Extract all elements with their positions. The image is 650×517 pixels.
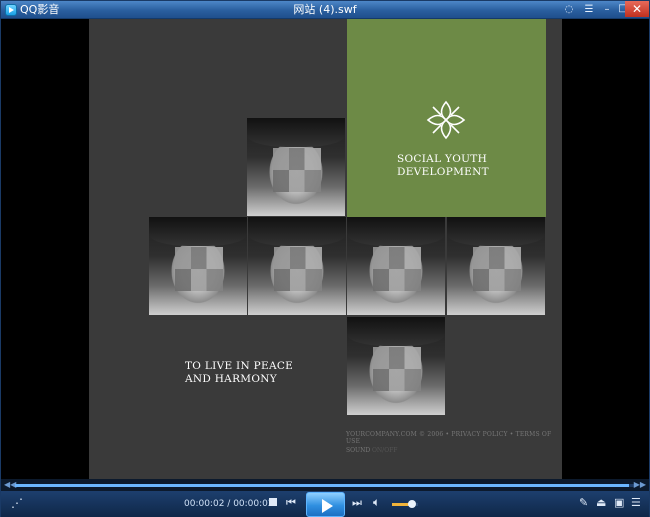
- sound-toggle[interactable]: ON/OFF: [372, 447, 397, 454]
- volume-knob[interactable]: [407, 500, 416, 508]
- sound-label: SOUND: [346, 447, 371, 454]
- next-button[interactable]: ⏭: [352, 496, 362, 510]
- portrait-photo: [248, 217, 346, 315]
- close-button[interactable]: ✕: [625, 1, 649, 17]
- window-title: 网站 (4).swf: [293, 3, 357, 16]
- title-bar[interactable]: QQ影音 网站 (4).swf ◌ ☰ – □ ✕: [1, 1, 649, 19]
- green-title-line-2: DEVELOPMENT: [397, 166, 489, 178]
- seek-progress: [15, 484, 629, 487]
- screen-icon[interactable]: ▣: [614, 496, 624, 509]
- minimize-button[interactable]: –: [599, 2, 615, 17]
- seek-forward-icon[interactable]: ▶▶: [634, 480, 646, 489]
- blur-mosaic: [373, 247, 421, 291]
- portrait-photo: [347, 317, 445, 415]
- green-title-line-1: SOCIAL YOUTH: [397, 153, 488, 165]
- portrait-photo: [347, 217, 445, 315]
- slogan-line-1: TO LIVE IN PEACE: [185, 360, 294, 372]
- portrait-photo: [447, 217, 545, 315]
- time-display: 00:00:02 / 00:00:02: [184, 498, 274, 510]
- stop-button[interactable]: [268, 497, 278, 507]
- blur-mosaic: [274, 247, 322, 291]
- play-button[interactable]: [306, 492, 345, 517]
- time-separator: /: [224, 499, 234, 509]
- stop-icon: [269, 498, 277, 506]
- portrait-photo: [149, 217, 247, 315]
- flash-content: SOCIAL YOUTH DEVELOPMENT TO LIVE IN PEAC…: [89, 19, 562, 479]
- footprint-icon[interactable]: ⋰: [11, 496, 23, 510]
- portrait-photo: [247, 118, 345, 216]
- play-icon: [322, 499, 333, 513]
- tools-icon[interactable]: ✎: [579, 496, 588, 509]
- slogan: TO LIVE IN PEACE AND HARMONY: [185, 360, 293, 386]
- seek-track[interactable]: [15, 484, 635, 487]
- control-bar: ⋰ 00:00:02 / 00:00:02 ⏮ ⏭ 🔈︎ ✎ ⏏ ▣ ☰: [1, 491, 649, 517]
- eject-icon[interactable]: ⏏: [596, 496, 606, 509]
- blur-mosaic: [175, 247, 223, 291]
- blur-mosaic: [473, 247, 521, 291]
- main-menu-icon[interactable]: ☰: [581, 2, 597, 17]
- volume-icon[interactable]: 🔈︎: [373, 495, 380, 510]
- blur-mosaic: [373, 347, 421, 391]
- green-panel: SOCIAL YOUTH DEVELOPMENT: [347, 19, 546, 217]
- previous-button[interactable]: ⏮: [286, 496, 296, 510]
- slogan-line-2: AND HARMONY: [185, 373, 277, 385]
- playlist-icon[interactable]: ☰: [631, 496, 641, 509]
- flower-logo-icon: [426, 100, 466, 140]
- blur-mosaic: [273, 148, 321, 192]
- player-window: QQ影音 网站 (4).swf ◌ ☰ – □ ✕ SOCIAL YOUTH D…: [0, 0, 650, 517]
- current-time: 00:00:02: [184, 499, 225, 509]
- seek-bar[interactable]: ◀◀ ▶▶: [1, 479, 649, 491]
- footer-links[interactable]: YOURCOMPANY.COM © 2006 • PRIVACY POLICY …: [346, 431, 562, 445]
- volume-slider[interactable]: [392, 500, 418, 508]
- video-area[interactable]: SOCIAL YOUTH DEVELOPMENT TO LIVE IN PEAC…: [1, 19, 649, 479]
- skin-icon[interactable]: ◌: [561, 2, 577, 17]
- green-panel-title: SOCIAL YOUTH DEVELOPMENT: [397, 153, 489, 179]
